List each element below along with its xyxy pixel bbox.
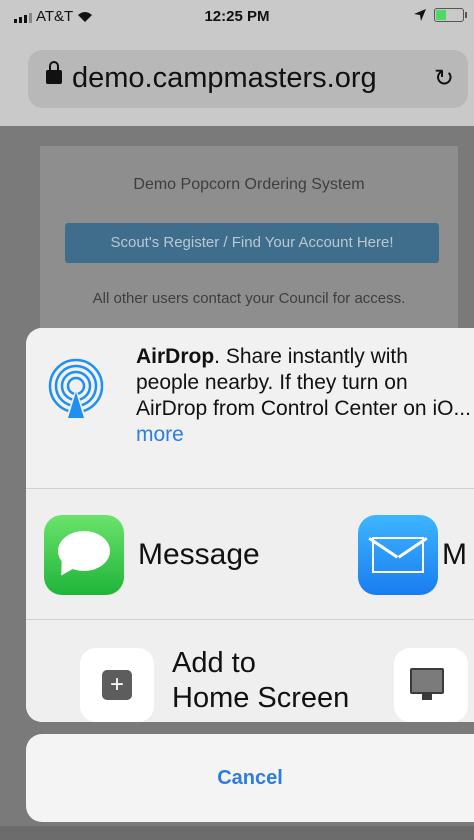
page-card: Demo Popcorn Ordering System Scout's Reg… <box>40 146 458 336</box>
airdrop-icon <box>48 358 104 424</box>
url-bar[interactable]: demo.campmasters.org ↻ <box>28 50 468 108</box>
status-right <box>414 8 467 22</box>
airdrop-row[interactable]: AirDrop. Share instantly with people nea… <box>26 328 474 488</box>
page-title: Demo Popcorn Ordering System <box>133 176 365 193</box>
airdrop-more-link[interactable]: more <box>136 423 184 446</box>
messages-icon <box>44 515 124 595</box>
add-to-home-icon: + <box>102 670 132 700</box>
status-bar: AT&T 12:25 PM <box>0 0 474 36</box>
airdrop-title: AirDrop <box>136 345 215 368</box>
request-desktop-site-button[interactable] <box>394 648 468 722</box>
url-text[interactable]: demo.campmasters.org <box>72 62 377 95</box>
browser-chrome: demo.campmasters.org ↻ <box>0 36 474 126</box>
share-app-label: M <box>442 538 467 571</box>
add-to-home-screen-button[interactable]: + <box>80 648 154 722</box>
share-sheet: AirDrop. Share instantly with people nea… <box>26 328 474 722</box>
airdrop-description: AirDrop. Share instantly with people nea… <box>136 344 472 448</box>
lock-icon <box>46 61 62 84</box>
access-note: All other users contact your Council for… <box>92 290 406 307</box>
reload-icon[interactable]: ↻ <box>434 64 454 93</box>
share-apps-row: Message M <box>26 489 474 619</box>
register-button[interactable]: Scout's Register / Find Your Account Her… <box>65 223 439 263</box>
location-arrow-icon <box>414 9 426 21</box>
mail-icon <box>358 515 438 595</box>
add-to-home-label[interactable]: Add to Home Screen <box>172 646 349 716</box>
share-app-mail[interactable]: M <box>358 515 467 595</box>
cancel-button[interactable]: Cancel <box>26 734 474 822</box>
share-app-label: Message <box>138 538 260 571</box>
bottom-strip <box>0 826 474 840</box>
add-to-home-label-line2: Home Screen <box>172 682 350 714</box>
share-actions-row: + Add to Home Screen <box>26 620 474 722</box>
add-to-home-label-line1: Add to <box>172 647 256 679</box>
battery-level <box>436 10 446 20</box>
battery-icon <box>434 8 467 22</box>
share-app-messages[interactable]: Message <box>44 515 260 595</box>
desktop-site-icon <box>410 668 444 694</box>
status-time: 12:25 PM <box>204 8 270 25</box>
